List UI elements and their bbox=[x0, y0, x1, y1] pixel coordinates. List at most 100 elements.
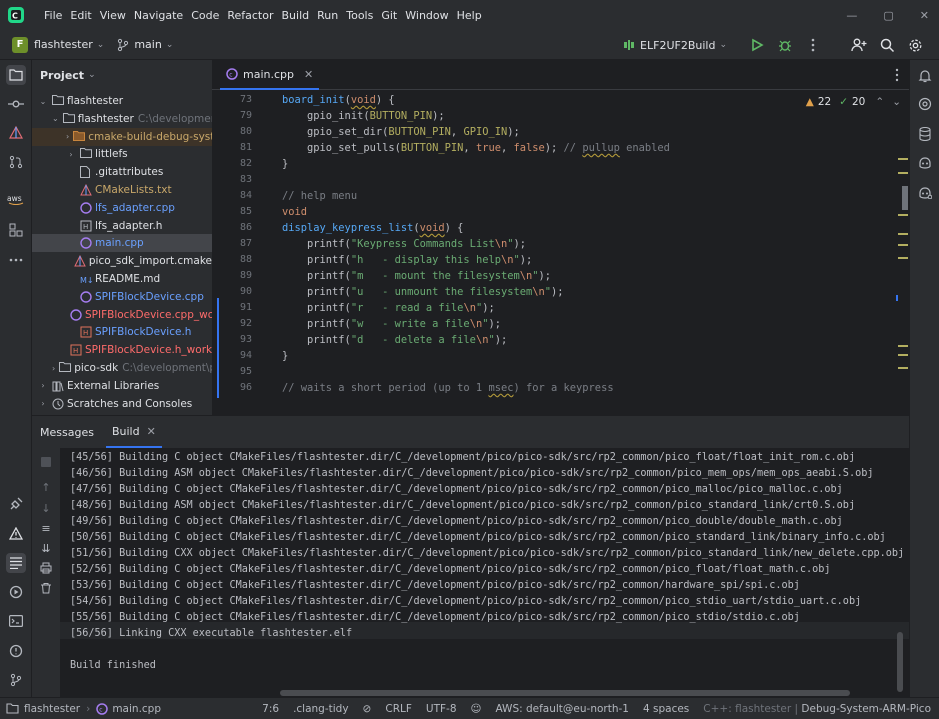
maximize-icon[interactable]: ▢ bbox=[883, 9, 893, 22]
terminal-icon[interactable] bbox=[6, 611, 26, 631]
search-icon[interactable] bbox=[877, 35, 897, 55]
problems-icon[interactable] bbox=[6, 524, 26, 544]
tab-build[interactable]: Build ✕ bbox=[105, 416, 162, 448]
tab-messages[interactable]: Messages bbox=[32, 426, 102, 439]
caret-position[interactable]: 7:6 bbox=[262, 703, 279, 715]
menu-run[interactable]: Run bbox=[313, 9, 342, 22]
notifications-icon[interactable] bbox=[915, 66, 935, 86]
services-icon[interactable] bbox=[6, 582, 26, 602]
tree-item[interactable]: › littlefs bbox=[32, 145, 212, 163]
close-tab-icon[interactable]: ✕ bbox=[147, 425, 156, 438]
warning-marker[interactable] bbox=[898, 367, 908, 369]
chevron-right-icon[interactable]: › bbox=[52, 364, 55, 373]
tree-item[interactable]: SPIFBlockDevice.cpp_wo bbox=[32, 306, 212, 324]
chevron-down-icon[interactable]: ⌄ bbox=[38, 97, 48, 106]
menu-help[interactable]: Help bbox=[453, 9, 486, 22]
resolve-context[interactable]: C++: flashtester | Debug-System-ARM-Pico bbox=[703, 703, 931, 715]
copilot-chat-icon[interactable] bbox=[915, 183, 935, 203]
scroll-to-end-icon[interactable]: ⇊ bbox=[38, 540, 54, 556]
menu-navigate[interactable]: Navigate bbox=[130, 9, 187, 22]
copilot-icon[interactable] bbox=[915, 153, 935, 173]
close-icon[interactable]: ✕ bbox=[920, 9, 929, 22]
debug-icon[interactable] bbox=[775, 35, 795, 55]
soft-wrap-icon[interactable]: ≡ bbox=[38, 520, 54, 536]
copilot-status-icon[interactable]: ☺ bbox=[471, 703, 482, 715]
menu-file[interactable]: File bbox=[40, 9, 66, 22]
menu-build[interactable]: Build bbox=[278, 9, 314, 22]
breadcrumb-file[interactable]: main.cpp bbox=[112, 703, 161, 715]
tree-item[interactable]: M↓ README.md bbox=[32, 270, 212, 288]
file-encoding[interactable]: UTF-8 bbox=[426, 703, 457, 715]
branch-selector[interactable]: main ⌄ bbox=[116, 38, 173, 52]
close-tab-icon[interactable]: ✕ bbox=[304, 68, 313, 81]
tree-item[interactable]: › pico-sdk C:\development\p bbox=[32, 359, 212, 377]
error-stripe[interactable] bbox=[896, 90, 908, 400]
minimize-icon[interactable]: — bbox=[846, 9, 857, 22]
tree-item[interactable]: SPIFBlockDevice.cpp bbox=[32, 288, 212, 306]
chevron-right-icon[interactable]: › bbox=[66, 150, 76, 159]
project-selector[interactable]: F flashtester ⌄ bbox=[12, 36, 104, 53]
pull-requests-icon[interactable] bbox=[6, 152, 26, 172]
chevron-right-icon[interactable]: › bbox=[38, 399, 48, 408]
warning-marker[interactable] bbox=[898, 214, 908, 216]
console-vertical-scrollbar[interactable] bbox=[897, 632, 903, 692]
warning-marker[interactable] bbox=[898, 244, 908, 246]
plugin-icon[interactable] bbox=[6, 494, 26, 514]
tree-item[interactable]: › cmake-build-debug-syst bbox=[32, 127, 212, 146]
aws-toolkit-icon[interactable]: aws bbox=[6, 189, 26, 209]
scroll-up-icon[interactable]: ↑ bbox=[38, 479, 54, 495]
more-options-icon[interactable] bbox=[803, 35, 823, 55]
tab-main-cpp[interactable]: c main.cpp ✕ bbox=[220, 60, 320, 90]
tree-item[interactable]: lfs_adapter.cpp bbox=[32, 199, 212, 217]
tree-item[interactable]: CMakeLists.txt bbox=[32, 181, 212, 199]
more-tools-icon[interactable] bbox=[6, 250, 26, 270]
menu-code[interactable]: Code bbox=[187, 9, 223, 22]
scroll-down-icon[interactable]: ↓ bbox=[38, 500, 54, 516]
build-console-output[interactable]: [45/56] Building C object CMakeFiles/fla… bbox=[60, 448, 909, 698]
stop-icon[interactable] bbox=[38, 454, 54, 470]
add-user-icon[interactable] bbox=[849, 35, 869, 55]
menu-view[interactable]: View bbox=[96, 9, 130, 22]
warning-marker[interactable] bbox=[898, 257, 908, 259]
console-horizontal-scrollbar[interactable] bbox=[280, 690, 850, 696]
chevron-down-icon[interactable]: ⌄ bbox=[52, 114, 59, 123]
tree-item[interactable]: H SPIFBlockDevice.h bbox=[32, 323, 212, 341]
inspection-widget[interactable]: ▲ 22 ✓ 20 ⌃ ⌄ bbox=[806, 94, 901, 110]
menu-tools[interactable]: Tools bbox=[342, 9, 377, 22]
tab-options-icon[interactable] bbox=[895, 68, 899, 82]
menu-git[interactable]: Git bbox=[377, 9, 401, 22]
tree-item[interactable]: ⌄ flashtesterC:\development\ bbox=[32, 110, 212, 128]
settings-gear-icon[interactable] bbox=[905, 35, 925, 55]
tree-item[interactable]: › External Libraries bbox=[32, 377, 212, 395]
code-editor[interactable]: 73 79 80 81 82 83 84 85 86 87 88 89 90 91 92 93 94 95 96 b… bbox=[212, 90, 909, 400]
menu-window[interactable]: Window bbox=[401, 9, 452, 22]
cmake-icon[interactable] bbox=[6, 123, 26, 143]
messages-icon[interactable] bbox=[6, 553, 26, 573]
breadcrumb-project[interactable]: flashtester bbox=[24, 703, 80, 715]
database-icon[interactable] bbox=[915, 124, 935, 144]
run-icon[interactable] bbox=[747, 35, 767, 55]
previous-highlight-icon[interactable]: ⌃ bbox=[875, 96, 884, 108]
structure-icon[interactable] bbox=[6, 220, 26, 240]
menu-refactor[interactable]: Refactor bbox=[223, 9, 277, 22]
print-icon[interactable] bbox=[38, 560, 54, 576]
chevron-right-icon[interactable]: › bbox=[66, 132, 69, 141]
line-separator[interactable]: CRLF bbox=[385, 703, 412, 715]
tree-item[interactable]: ⌄ flashtester bbox=[32, 92, 212, 110]
no-inspection-icon[interactable]: ⊘ bbox=[363, 703, 372, 715]
tree-item[interactable]: Hlfs_adapter.h bbox=[32, 217, 212, 235]
run-configuration-selector[interactable]: ELF2UF2Build ⌄ bbox=[622, 38, 727, 52]
commit-icon[interactable] bbox=[6, 94, 26, 114]
warning-marker[interactable] bbox=[898, 172, 908, 174]
project-panel-header[interactable]: Project ⌄ bbox=[32, 60, 212, 90]
menu-edit[interactable]: Edit bbox=[66, 9, 95, 22]
problems-circle-icon[interactable] bbox=[6, 641, 26, 661]
tree-item[interactable]: main.cpp bbox=[32, 234, 212, 253]
warning-marker[interactable] bbox=[898, 345, 908, 347]
warning-marker[interactable] bbox=[898, 233, 908, 235]
trash-icon[interactable] bbox=[38, 580, 54, 596]
change-marker[interactable] bbox=[896, 295, 898, 301]
clion-logo-icon[interactable]: C bbox=[6, 5, 26, 25]
tree-item[interactable]: .gitattributes bbox=[32, 163, 212, 181]
chevron-right-icon[interactable]: › bbox=[38, 381, 48, 390]
